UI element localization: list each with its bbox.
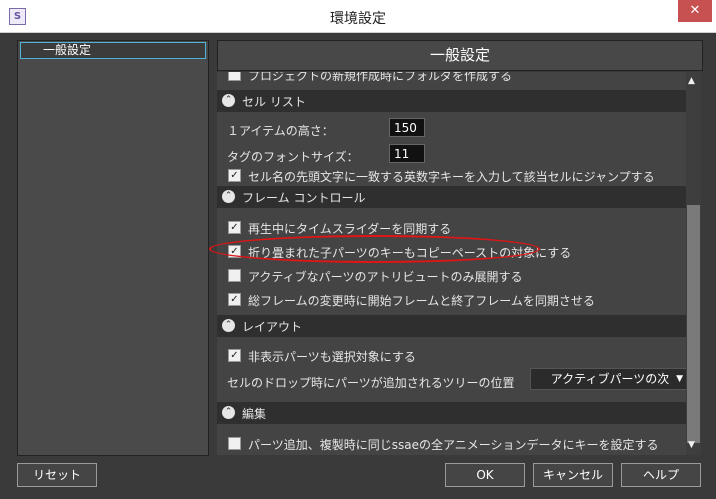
category-sidebar: 一般設定 bbox=[17, 40, 209, 456]
list-item: プロジェクトの新規作成時にフォルダを作成する bbox=[217, 72, 686, 84]
sync-total-frame-label: 総フレームの変更時に開始フレームと終了フレームを同期させる bbox=[248, 294, 595, 308]
vertical-scrollbar[interactable]: ▲ ▼ bbox=[686, 72, 701, 455]
active-attribute-checkbox[interactable] bbox=[228, 269, 241, 282]
active-attribute-label: アクティブなパーツのアトリビュートのみ展開する bbox=[248, 270, 523, 284]
scroll-up-icon[interactable]: ▲ bbox=[688, 76, 695, 86]
ok-button[interactable]: OK bbox=[445, 463, 525, 487]
drop-position-label: セルのドロップ時にパーツが追加されるツリーの位置 bbox=[227, 376, 515, 390]
cancel-button[interactable]: キャンセル bbox=[533, 463, 613, 487]
tag-font-size-label: タグのフォントサイズ： bbox=[227, 150, 359, 164]
collapse-icon: ⌃ bbox=[222, 406, 235, 419]
jump-label: セル名の先頭文字に一致する英数字キーを入力して該当セルにジャンプする bbox=[248, 170, 655, 184]
section-title: セル リスト bbox=[242, 95, 306, 109]
create-folder-label: プロジェクトの新規作成時にフォルダを作成する bbox=[248, 72, 513, 83]
drop-position-value: アクティブパーツの次 bbox=[550, 372, 670, 386]
section-title: フレーム コントロール bbox=[242, 191, 366, 205]
create-folder-checkbox[interactable] bbox=[228, 72, 241, 81]
window-title: 環境設定 bbox=[330, 11, 386, 27]
title-bar: S 環境設定 ✕ bbox=[0, 0, 716, 33]
hidden-parts-select-checkbox[interactable]: ✓ bbox=[228, 349, 241, 362]
section-title: 編集 bbox=[242, 407, 267, 421]
ssae-key-checkbox[interactable] bbox=[228, 437, 241, 450]
sync-timeslider-checkbox[interactable]: ✓ bbox=[228, 221, 241, 234]
item-height-input[interactable]: 150 bbox=[389, 118, 425, 137]
collapse-icon: ⌃ bbox=[222, 319, 235, 332]
sync-total-frame-checkbox[interactable]: ✓ bbox=[228, 293, 241, 306]
close-button[interactable]: ✕ bbox=[678, 0, 712, 22]
settings-content: プロジェクトの新規作成時にフォルダを作成する ⌃ セル リスト １アイテムの高さ… bbox=[217, 72, 686, 455]
chevron-down-icon: ▼ bbox=[676, 374, 683, 384]
collapse-icon: ⌃ bbox=[222, 190, 235, 203]
reset-button[interactable]: リセット bbox=[17, 463, 97, 487]
section-title: レイアウト bbox=[242, 320, 303, 334]
item-height-label: １アイテムの高さ： bbox=[227, 124, 334, 138]
scrollbar-thumb[interactable] bbox=[687, 205, 700, 443]
hidden-parts-select-label: 非表示パーツも選択対象にする bbox=[248, 350, 416, 364]
jump-checkbox[interactable]: ✓ bbox=[228, 169, 241, 182]
collapse-icon: ⌃ bbox=[222, 94, 235, 107]
ssae-key-label: パーツ追加、複製時に同じssaeの全アニメーションデータにキーを設定する bbox=[248, 438, 659, 452]
page-title: 一般設定 bbox=[217, 40, 703, 71]
section-header-edit[interactable]: ⌃ 編集 bbox=[217, 402, 686, 424]
sidebar-item-general[interactable]: 一般設定 bbox=[20, 42, 206, 59]
help-button[interactable]: ヘルプ bbox=[621, 463, 701, 487]
section-header-cell-list[interactable]: ⌃ セル リスト bbox=[217, 90, 686, 112]
scroll-down-icon[interactable]: ▼ bbox=[688, 440, 695, 450]
highlight-annotation bbox=[209, 235, 540, 263]
tag-font-size-input[interactable]: 11 bbox=[389, 144, 425, 163]
section-header-layout[interactable]: ⌃ レイアウト bbox=[217, 315, 686, 337]
section-header-frame-control[interactable]: ⌃ フレーム コントロール bbox=[217, 186, 686, 208]
drop-position-select[interactable]: アクティブパーツの次 ▼ bbox=[530, 368, 686, 390]
